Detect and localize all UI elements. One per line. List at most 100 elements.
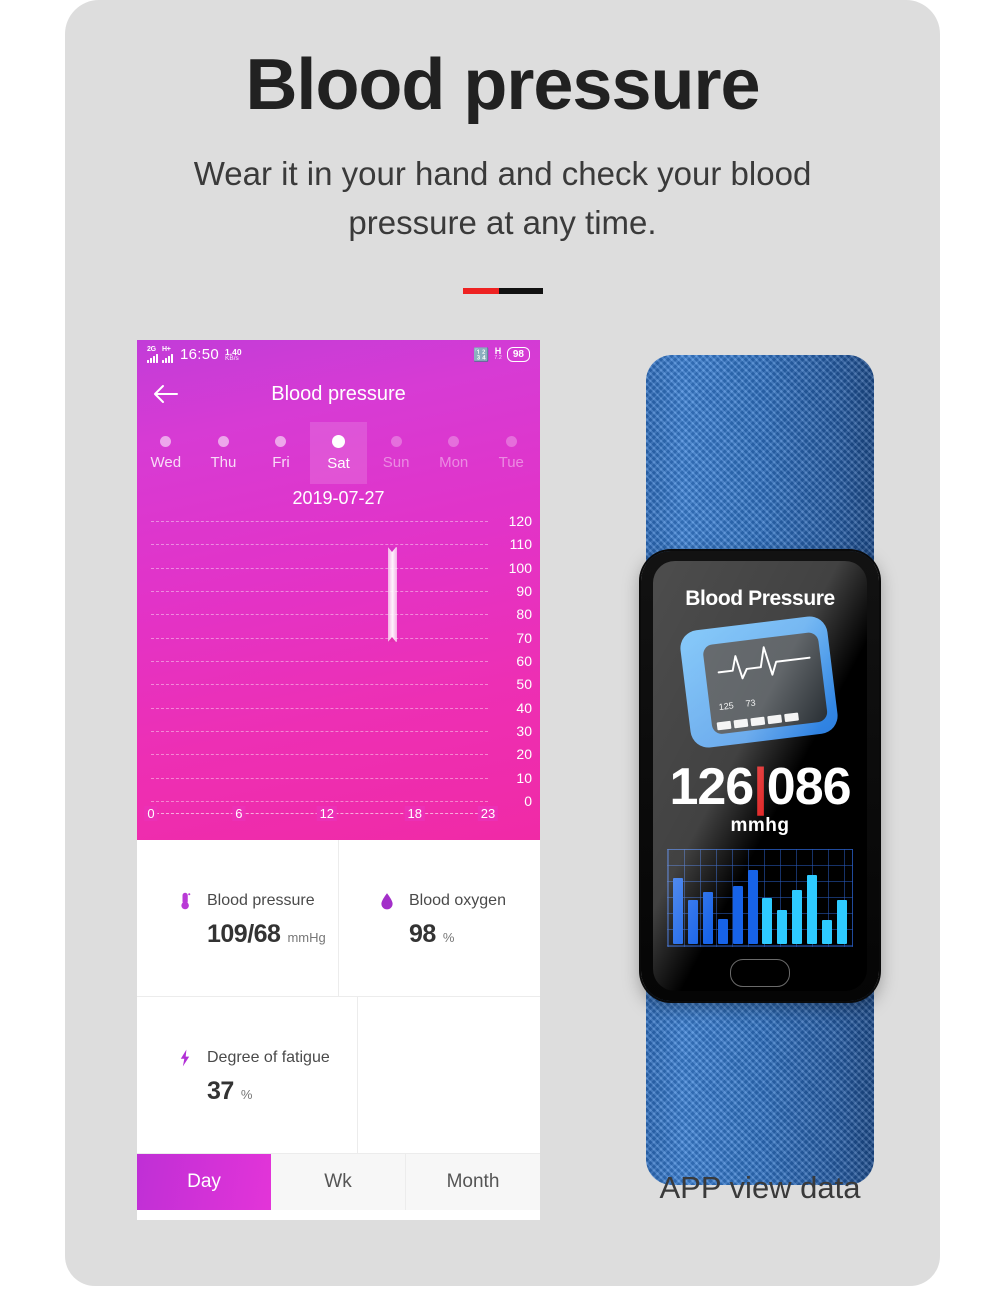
page-subtitle: Wear it in your hand and check your bloo… (193, 155, 812, 241)
card-header: Blood pressure (175, 888, 338, 914)
watch-chart-bar (702, 891, 713, 944)
day-dot (217, 435, 229, 447)
status-bar: 2G H+ 16:50 1.40 KB/s 🔢 H 7.2 98 (137, 340, 540, 366)
chart-gridline (151, 521, 488, 522)
watch-chart-bar (673, 878, 683, 944)
chart-y-tick: 100 (508, 559, 532, 576)
chart-x-axis: 0 6 12 18 23 (144, 805, 499, 821)
blood-pressure-monitor-icon: 125 73 (678, 614, 840, 750)
watch-chart-bar (807, 874, 818, 944)
thermometer-icon (175, 888, 195, 914)
chart-gridline (151, 801, 488, 802)
chart-y-tick: 70 (516, 629, 532, 646)
metric-card-row-2: Degree of fatigue 37 % (137, 997, 540, 1154)
range-tabbar[interactable]: Day Wk Month (137, 1154, 540, 1210)
day-label: Fri (272, 453, 290, 471)
chart-gridline (151, 614, 488, 616)
chart-x-tick: 0 (144, 805, 158, 821)
day-label: Sun (382, 453, 410, 471)
day-dot (448, 435, 460, 447)
card-title: Blood oxygen (409, 892, 506, 909)
card-title: Blood pressure (207, 892, 315, 909)
watch-chart-bar (836, 900, 847, 944)
signal-hplus-icon: H+ (162, 346, 173, 363)
tab-day[interactable]: Day (137, 1154, 271, 1210)
day-item-sun[interactable]: Sun (367, 422, 425, 484)
home-button[interactable] (730, 959, 790, 987)
divider-black-segment (498, 288, 543, 294)
chart-gridline (151, 731, 488, 732)
watch-chart-bar (792, 889, 803, 944)
chart-y-tick: 110 (509, 536, 532, 553)
chart-gridline (151, 591, 488, 592)
metric-card-row-1: Blood pressure 109/68 mmHg Blood oxygen … (137, 840, 540, 997)
day-item-fri[interactable]: Fri (252, 422, 310, 484)
card-degree-of-fatigue[interactable]: Degree of fatigue 37 % (137, 997, 358, 1154)
chart-gridline (151, 637, 488, 639)
card-value-row: 109/68 mmHg (175, 920, 338, 949)
chart-y-tick: 80 (516, 606, 532, 623)
promo-card: Blood pressure Wear it in your hand and … (65, 0, 940, 1286)
battery-badge: 98 (506, 346, 530, 362)
watch-chart-bar (717, 918, 728, 944)
monitor-systolic: 125 (718, 700, 735, 713)
card-value: 98 (409, 920, 436, 948)
day-item-mon[interactable]: Mon (425, 422, 483, 484)
chart-y-tick: 20 (516, 746, 532, 763)
day-label: Tue (498, 453, 524, 471)
bluetooth-icon: 🔢 (473, 346, 490, 362)
tab-week[interactable]: Wk (271, 1154, 406, 1210)
day-label: Sat (327, 454, 350, 472)
day-dot (505, 435, 517, 447)
page-title: Blood pressure (245, 45, 760, 125)
watch-unit: mmhg (730, 815, 790, 836)
card-unit: % (442, 930, 455, 945)
day-label: Wed (150, 453, 182, 471)
chart-bar (388, 546, 398, 643)
chart-gridline (151, 567, 488, 569)
day-dot (160, 435, 172, 447)
day-selector[interactable]: Wed Thu Fri Sat Sun Mon Tue (137, 422, 540, 484)
chart-y-tick: 10 (516, 769, 532, 786)
divider-red-segment (462, 288, 499, 294)
phone-mockup: 2G H+ 16:50 1.40 KB/s 🔢 H 7.2 98 Blood p… (137, 340, 540, 1220)
signal-2g-icon: 2G (147, 346, 158, 363)
watch-screen: Blood Pressure 125 73 126|086 mmhg (653, 561, 867, 991)
card-unit: mmHg (287, 930, 326, 945)
day-dot (332, 434, 346, 448)
phone-screen: 2G H+ 16:50 1.40 KB/s 🔢 H 7.2 98 Blood p… (137, 340, 540, 840)
tab-month[interactable]: Month (406, 1154, 540, 1210)
network-speed: 1.40 KB/s (225, 346, 242, 362)
day-item-thu[interactable]: Thu (195, 422, 253, 484)
day-item-tue[interactable]: Tue (482, 422, 540, 484)
back-arrow-icon[interactable] (153, 383, 179, 405)
card-blood-oxygen[interactable]: Blood oxygen 98 % (339, 840, 540, 997)
status-clock: 16:50 (180, 345, 220, 363)
watch-chart-bar (777, 910, 788, 944)
watch-diastolic: 086 (766, 758, 852, 816)
watch-chart-bar (762, 898, 773, 944)
day-item-wed[interactable]: Wed (137, 422, 195, 484)
card-value: 109/68 (207, 920, 281, 948)
watch-separator: | (753, 758, 768, 816)
chart-gridline (151, 754, 488, 756)
card-title: Degree of fatigue (207, 1049, 330, 1066)
chart-gridline (151, 661, 488, 662)
divider (462, 288, 543, 294)
day-dot (390, 435, 402, 447)
watch-body: Blood Pressure 125 73 126|086 mmhg (641, 551, 879, 1001)
chart-gridline (151, 707, 488, 709)
day-label: Thu (210, 453, 237, 471)
day-item-sat[interactable]: Sat (309, 422, 368, 484)
chart-gridline (151, 544, 488, 546)
chart-y-tick: 90 (516, 583, 532, 599)
card-blood-pressure[interactable]: Blood pressure 109/68 mmHg (137, 840, 339, 997)
chart-gridline (151, 684, 488, 686)
card-value: 37 (207, 1077, 234, 1105)
card-value-row: 98 % (377, 920, 540, 949)
chart-y-tick: 30 (516, 723, 532, 739)
chart-y-tick: 60 (516, 653, 532, 669)
watch-systolic: 126 (669, 758, 754, 816)
monitor-diastolic: 73 (744, 697, 757, 709)
card-header: Degree of fatigue (175, 1045, 357, 1071)
